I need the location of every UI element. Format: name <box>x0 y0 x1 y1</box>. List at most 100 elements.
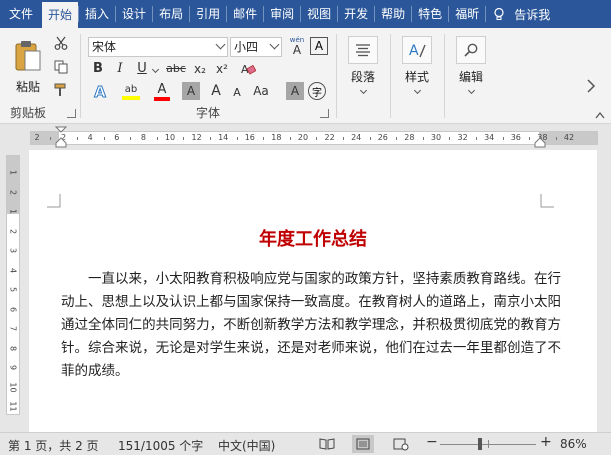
ruler-tick <box>529 137 531 140</box>
underline-button[interactable]: U <box>132 59 152 79</box>
bold-button[interactable]: B <box>88 59 108 79</box>
vruler-number: 2 <box>8 189 18 195</box>
editing-dropdown[interactable] <box>466 86 476 94</box>
left-indent-marker[interactable] <box>55 137 67 149</box>
ruler-tick <box>209 137 211 140</box>
horizontal-ruler[interactable]: 2 2 4 6 8 10 12 14 16 18 20 22 24 26 28 30 32 34 36 38 42 <box>30 131 598 145</box>
change-case-button[interactable]: Aa <box>250 82 272 100</box>
ruler-number: 30 <box>430 133 442 142</box>
font-size-combo[interactable]: 小四 <box>230 37 282 57</box>
paragraph-dropdown[interactable] <box>358 86 368 94</box>
status-bar: 第 1 页，共 2 页 151/1005 个字 中文(中国) − + 86% <box>0 432 611 455</box>
format-painter-button[interactable] <box>52 81 70 99</box>
language-indicator[interactable]: 中文(中国) <box>218 437 275 454</box>
enclose-char-icon: 字 <box>312 87 322 99</box>
tab-layout[interactable]: 布局 <box>153 0 189 28</box>
chevron-down-icon[interactable] <box>269 39 280 50</box>
grow-font-button[interactable]: A <box>206 82 226 100</box>
ruler-tick <box>475 137 477 140</box>
tab-references[interactable]: 引用 <box>190 0 226 28</box>
document-body[interactable]: 一直以来，小太阳教育积极响应党与国家的政策方针，坚持素质教育路线。在行动上、思想… <box>61 268 561 383</box>
styles-dropdown[interactable] <box>412 86 422 94</box>
tell-me-box[interactable]: 告诉我 <box>492 6 550 23</box>
highlight-icon: ab <box>124 84 138 95</box>
highlight-button[interactable]: ab <box>118 80 144 104</box>
paste-button[interactable] <box>10 36 46 76</box>
right-indent-marker[interactable] <box>534 137 546 149</box>
document-title[interactable]: 年度工作总结 <box>29 225 597 251</box>
vruler-number: 1 <box>8 169 18 176</box>
shrink-font-button[interactable]: A <box>228 84 246 100</box>
text-effects-button[interactable]: A <box>88 82 112 102</box>
ruler-number: 8 <box>140 133 146 142</box>
subscript-button[interactable]: x₂ <box>190 59 210 79</box>
zoom-level[interactable]: 86% <box>560 437 587 451</box>
search-icon <box>464 43 478 57</box>
cut-button[interactable] <box>52 34 70 52</box>
clipboard-icon <box>15 41 41 71</box>
page-count[interactable]: 第 1 页，共 2 页 <box>8 437 99 454</box>
zoom-in-button[interactable]: + <box>540 434 552 450</box>
font-size-value: 小四 <box>234 40 259 54</box>
underline-dropdown[interactable] <box>151 65 159 73</box>
font-color-button[interactable]: A <box>150 80 174 104</box>
tab-help[interactable]: 帮助 <box>375 0 411 28</box>
ruler-number: 22 <box>324 133 335 142</box>
document-page[interactable]: 年度工作总结 一直以来，小太阳教育积极响应党与国家的政策方针，坚持素质教育路线。… <box>29 150 597 432</box>
tab-view[interactable]: 视图 <box>301 0 337 28</box>
paragraph-label: 段落 <box>350 70 375 84</box>
zoom-slider-thumb[interactable] <box>478 438 482 450</box>
styles-button[interactable]: A <box>402 36 432 64</box>
ruler-area: 2 2 4 6 8 10 12 14 16 18 20 22 24 26 28 30 32 34 36 38 42 <box>0 124 611 150</box>
chevron-down-icon[interactable] <box>215 39 226 50</box>
enclose-char-button[interactable]: 字 <box>308 82 326 100</box>
italic-button[interactable]: I <box>110 59 130 79</box>
ribbon-scroll-button[interactable] <box>584 76 598 96</box>
ruler-number: 16 <box>244 133 255 142</box>
phonetic-char: A <box>292 42 302 57</box>
tab-home[interactable]: 开始 <box>42 2 79 28</box>
font-launcher-icon[interactable] <box>320 109 329 118</box>
print-layout-button[interactable] <box>352 435 374 453</box>
body-paragraph[interactable]: 一直以来，小太阳教育积极响应党与国家的政策方针，坚持素质教育路线。在行动上、思想… <box>61 268 561 383</box>
clipboard-launcher-icon[interactable] <box>67 109 76 118</box>
format-painter-icon <box>54 83 66 96</box>
svg-text:A: A <box>409 43 419 59</box>
clear-formatting-button[interactable]: A <box>238 60 258 78</box>
tab-insert[interactable]: 插入 <box>79 0 115 28</box>
ruler-number: 6 <box>114 133 120 142</box>
group-divider <box>390 34 391 118</box>
lightbulb-icon <box>494 7 504 20</box>
editing-button[interactable] <box>456 36 486 64</box>
char-border-button[interactable]: A <box>310 37 328 55</box>
vruler-number: 11 <box>8 401 18 412</box>
tab-review[interactable]: 审阅 <box>264 0 300 28</box>
strikethrough-button[interactable]: abc <box>164 59 188 79</box>
zoom-out-button[interactable]: − <box>426 434 438 450</box>
web-layout-button[interactable] <box>392 436 410 452</box>
vruler-number: 2 <box>8 228 18 234</box>
font-group-label: 字体 <box>195 106 220 120</box>
phonetic-guide-button[interactable]: wén A <box>286 35 308 57</box>
tab-mailings[interactable]: 邮件 <box>227 0 263 28</box>
read-mode-button[interactable] <box>318 436 336 452</box>
vertical-ruler[interactable]: 1 2 1 2 3 4 5 6 7 8 9 10 11 <box>6 155 20 415</box>
styles-group: A 样式 <box>392 28 442 124</box>
tab-design[interactable]: 设计 <box>116 0 152 28</box>
text-effects-icon: A <box>94 83 107 102</box>
superscript-button[interactable]: x² <box>212 59 232 79</box>
collapse-ribbon-button[interactable] <box>594 110 606 120</box>
tab-file[interactable]: 文件 <box>0 0 42 28</box>
font-color-bar <box>154 97 170 101</box>
tab-foxit[interactable]: 福昕 <box>449 0 485 28</box>
tab-developer[interactable]: 开发 <box>338 0 374 28</box>
word-count[interactable]: 151/1005 个字 <box>118 437 203 454</box>
paragraph-button[interactable] <box>348 36 378 64</box>
char-shading-button[interactable]: A <box>182 82 200 100</box>
font-name-combo[interactable]: 宋体 <box>88 37 228 57</box>
ruler-tick <box>422 137 424 140</box>
styles-label: 样式 <box>404 70 429 84</box>
tab-special[interactable]: 特色 <box>412 0 448 28</box>
copy-button[interactable] <box>52 58 70 76</box>
clear-all-format-button[interactable]: A <box>286 82 304 100</box>
